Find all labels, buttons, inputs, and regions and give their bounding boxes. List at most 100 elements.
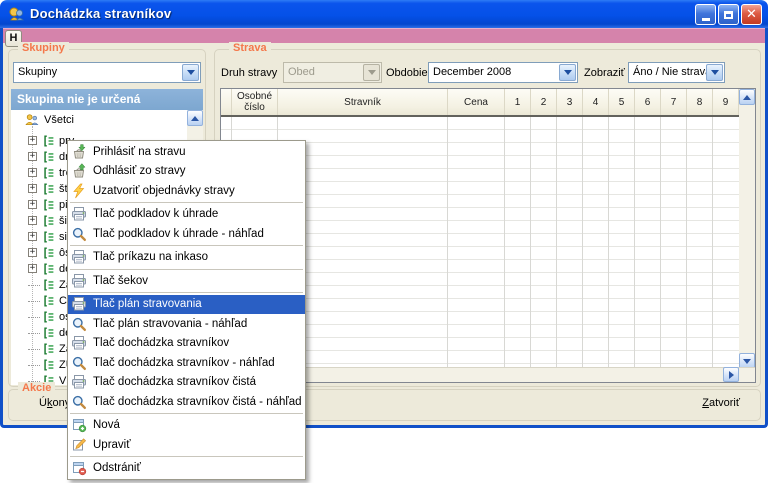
menu-item[interactable]: Upraviť	[68, 435, 305, 455]
ukony-button[interactable]: Úkony	[39, 397, 70, 409]
close-button[interactable]: ✕	[741, 4, 762, 25]
menu-item-label: Tlač dochádzka stravníkov - náhľad	[93, 357, 275, 369]
group-list-icon	[42, 294, 56, 308]
groupbox-akcie-label: Akcie	[18, 382, 55, 394]
chevron-down-icon	[368, 70, 376, 75]
druh-stravy-label: Druh stravy	[221, 67, 277, 79]
group-list-icon	[42, 358, 56, 372]
tree-expander-plus[interactable]: +	[28, 200, 37, 209]
groupbox-skupiny-label: Skupiny	[18, 42, 69, 54]
minimize-button[interactable]	[695, 4, 716, 25]
lightning-icon	[71, 183, 87, 199]
menu-item[interactable]: Tlač dochádzka stravníkov čistá - náhľad	[68, 392, 305, 412]
menu-item-label: Tlač šekov	[93, 275, 148, 287]
druh-stravy-dropdown-button	[363, 64, 380, 81]
druh-stravy-combobox[interactable]: Obed	[283, 62, 382, 83]
column-header[interactable]: Cena	[448, 89, 505, 115]
skupiny-combobox-dropdown-button[interactable]	[182, 64, 199, 81]
menu-item-label: Prihlásiť na stravu	[93, 146, 186, 158]
menu-item[interactable]: Odstrániť	[68, 459, 305, 479]
group-list-icon	[42, 150, 56, 164]
basket-up-icon	[71, 163, 87, 179]
grid-column-line	[447, 117, 448, 369]
column-header[interactable]	[221, 89, 232, 115]
menu-item-label: Odstrániť	[93, 462, 141, 474]
window-title: Dochádzka stravníkov	[30, 6, 171, 21]
menu-item[interactable]: Tlač podkladov k úhrade - náhľad	[68, 224, 305, 244]
menu-item[interactable]: Tlač podkladov k úhrade	[68, 205, 305, 225]
menu-item-label: Tlač plán stravovania - náhľad	[93, 318, 247, 330]
preview-icon	[71, 394, 87, 410]
column-header[interactable]: 4	[583, 89, 609, 115]
menu-item[interactable]: Tlač plán stravovania - náhľad	[68, 314, 305, 334]
chevron-up-icon	[743, 95, 751, 100]
tree-expander-plus[interactable]: +	[28, 168, 37, 177]
tree-root-item[interactable]: Všetci	[11, 112, 203, 128]
tree-connector-stub	[28, 301, 40, 302]
column-header[interactable]: 7	[661, 89, 687, 115]
menu-item-label: Tlač dochádzka stravníkov čistá	[93, 376, 256, 388]
zobrazit-combobox[interactable]: Áno / Nie strava	[628, 62, 725, 83]
menu-item[interactable]: Tlač dochádzka stravníkov čistá	[68, 373, 305, 393]
obdobie-dropdown-button[interactable]	[559, 64, 576, 81]
printer-icon	[71, 249, 87, 265]
groupbox-strava-label: Strava	[229, 42, 271, 54]
chevron-down-icon	[743, 359, 751, 364]
tree-expander-plus[interactable]: +	[28, 264, 37, 273]
menu-item[interactable]: Tlač šekov	[68, 271, 305, 291]
zobrazit-dropdown-button[interactable]	[706, 64, 723, 81]
table-vertical-scrollbar[interactable]	[739, 89, 755, 369]
tree-connector-stub	[28, 317, 40, 318]
column-header[interactable]: 5	[609, 89, 635, 115]
maximize-button[interactable]	[718, 4, 739, 25]
column-header[interactable]: 6	[635, 89, 661, 115]
toolbar-strip	[3, 28, 765, 43]
column-header[interactable]: 1	[505, 89, 531, 115]
tree-expander-plus[interactable]: +	[28, 152, 37, 161]
tree-expander-plus[interactable]: +	[28, 216, 37, 225]
menu-item-label: Tlač dochádzka stravníkov	[93, 337, 229, 349]
table-scroll-right-button[interactable]	[723, 367, 739, 382]
menu-item[interactable]: Tlač príkazu na inkaso	[68, 248, 305, 268]
grid-column-line	[504, 117, 505, 369]
column-header[interactable]: 3	[557, 89, 583, 115]
grid-column-line	[686, 117, 687, 369]
column-header[interactable]: 2	[531, 89, 557, 115]
menu-item[interactable]: Prihlásiť na stravu	[68, 142, 305, 162]
printer-icon	[71, 273, 87, 289]
chevron-down-icon	[564, 70, 572, 75]
skupiny-combobox[interactable]: Skupiny	[13, 62, 201, 83]
preview-icon	[71, 226, 87, 242]
chevron-down-icon	[711, 70, 719, 75]
menu-item[interactable]: Tlač plán stravovania	[68, 295, 305, 315]
column-header[interactable]: 8	[687, 89, 713, 115]
menu-item-label: Nová	[93, 419, 120, 431]
table-header-row: Osobné čísloStravníkCena123456789	[221, 89, 739, 117]
menu-item[interactable]: Nová	[68, 416, 305, 436]
tree-expander-plus[interactable]: +	[28, 232, 37, 241]
tree-expander-plus[interactable]: +	[28, 248, 37, 257]
group-list-icon	[42, 198, 56, 212]
menu-item[interactable]: Tlač dochádzka stravníkov - náhľad	[68, 353, 305, 373]
tree-expander-plus[interactable]: +	[28, 136, 37, 145]
group-list-icon	[42, 278, 56, 292]
menu-item[interactable]: Odhlásiť zo stravy	[68, 162, 305, 182]
app-icon	[8, 6, 24, 22]
zobrazit-value: Áno / Nie strava	[633, 66, 711, 78]
titlebar[interactable]: Dochádzka stravníkov ✕	[0, 0, 768, 28]
group-list-icon	[42, 214, 56, 228]
tree-expander-plus[interactable]: +	[28, 184, 37, 193]
column-header[interactable]: Osobné číslo	[232, 89, 278, 115]
screen: Dochádzka stravníkov ✕ H Skupiny Skupiny…	[0, 0, 768, 483]
tree-root-label: Všetci	[44, 114, 74, 126]
tree-scroll-up-button[interactable]	[187, 110, 203, 126]
skupiny-combobox-value: Skupiny	[18, 66, 57, 78]
zatvorit-button[interactable]: Zatvoriť	[702, 397, 740, 409]
obdobie-combobox[interactable]: December 2008	[428, 62, 578, 83]
menu-item[interactable]: Tlač dochádzka stravníkov	[68, 334, 305, 354]
chevron-down-icon	[187, 70, 195, 75]
menu-item[interactable]: Uzatvoriť objednávky stravy	[68, 181, 305, 201]
table-scroll-up-button[interactable]	[739, 89, 755, 105]
column-header[interactable]: 9	[713, 89, 739, 115]
column-header[interactable]: Stravník	[278, 89, 448, 115]
